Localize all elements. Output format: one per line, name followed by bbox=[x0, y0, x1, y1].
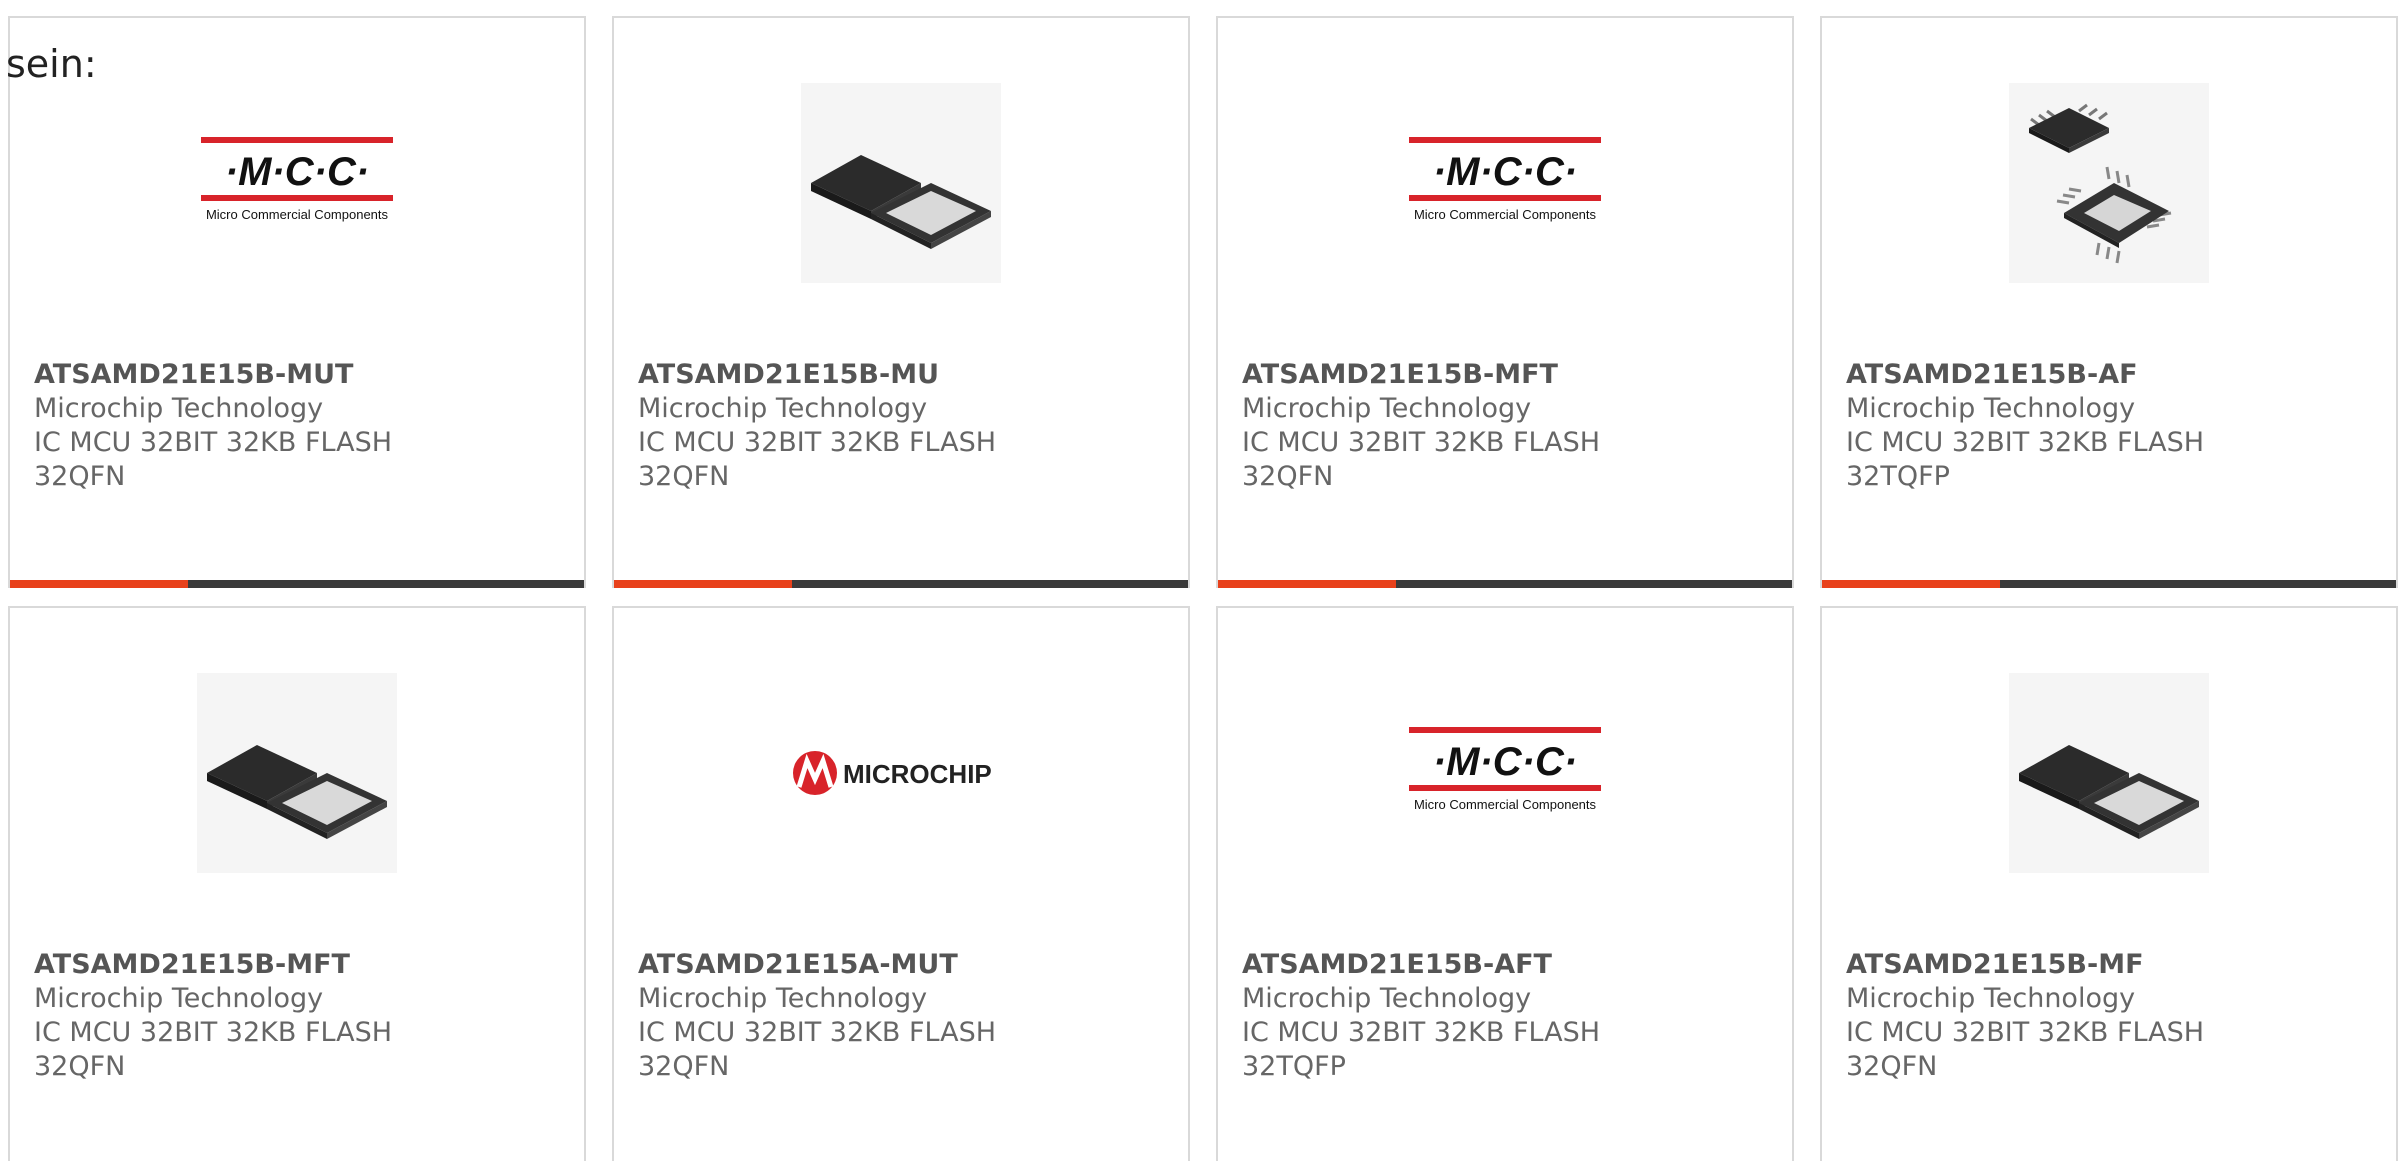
product-card[interactable]: ·M·C·C· Micro Commercial Components ATSA… bbox=[1216, 16, 1794, 588]
tqfp-chip-icon bbox=[2009, 83, 2209, 283]
manufacturer: Microchip Technology bbox=[1242, 393, 1532, 424]
part-number-link[interactable]: ATSAMD21E15B-AF bbox=[1846, 358, 2246, 392]
manufacturer: Microchip Technology bbox=[1846, 393, 2136, 424]
microchip-logo-icon: MICROCHIP bbox=[793, 751, 992, 795]
product-card[interactable]: ATSAMD21E15B-AF Microchip Technology IC … bbox=[1820, 16, 2398, 588]
description: IC MCU 32BIT 32KB FLASH 32QFN bbox=[1846, 1017, 2205, 1082]
microchip-wordmark: MICROCHIP bbox=[843, 759, 992, 789]
mcc-logo-icon: ·M·C·C· Micro Commercial Components bbox=[1409, 137, 1601, 222]
description: IC MCU 32BIT 32KB FLASH 32QFN bbox=[34, 1017, 393, 1082]
product-card[interactable]: ·M·C·C· Micro Commercial Components ATSA… bbox=[8, 16, 586, 588]
card-bar-accent bbox=[1218, 580, 1396, 588]
manufacturer: Microchip Technology bbox=[34, 393, 324, 424]
product-info: ATSAMD21E15B-MF Microchip Technology IC … bbox=[1846, 948, 2246, 1084]
card-bar bbox=[1822, 580, 2396, 588]
mcc-tagline: Micro Commercial Components bbox=[206, 207, 389, 222]
part-number-link[interactable]: ATSAMD21E15B-MFT bbox=[1242, 358, 1642, 392]
manufacturer: Microchip Technology bbox=[34, 983, 324, 1014]
product-grid: ·M·C·C· Micro Commercial Components ATSA… bbox=[8, 16, 2398, 1161]
card-bar-accent bbox=[1822, 580, 2000, 588]
product-info: ATSAMD21E15B-MU Microchip Technology IC … bbox=[638, 358, 1038, 494]
product-card[interactable]: ·M·C·C· Micro Commercial Components ATSA… bbox=[1216, 606, 1794, 1161]
card-bar-accent bbox=[10, 580, 188, 588]
product-info: ATSAMD21E15B-MUT Microchip Technology IC… bbox=[34, 358, 434, 494]
product-image bbox=[10, 668, 584, 878]
description: IC MCU 32BIT 32KB FLASH 32QFN bbox=[638, 427, 997, 492]
description: IC MCU 32BIT 32KB FLASH 32TQFP bbox=[1846, 427, 2205, 492]
product-info: ATSAMD21E15B-MFT Microchip Technology IC… bbox=[1242, 358, 1642, 494]
product-image: ·M·C·C· Micro Commercial Components bbox=[1218, 78, 1792, 288]
card-bar bbox=[10, 580, 584, 588]
intro-text: sein: bbox=[6, 42, 97, 86]
product-card[interactable]: MICROCHIP ATSAMD21E15A-MUT Microchip Tec… bbox=[612, 606, 1190, 1161]
part-number-link[interactable]: ATSAMD21E15B-AFT bbox=[1242, 948, 1642, 982]
description: IC MCU 32BIT 32KB FLASH 32TQFP bbox=[1242, 1017, 1601, 1082]
card-bar bbox=[614, 580, 1188, 588]
product-info: ATSAMD21E15B-AF Microchip Technology IC … bbox=[1846, 358, 2246, 494]
page: sein: ·M·C·C· Micro Commercial Component… bbox=[0, 0, 2400, 1161]
description: IC MCU 32BIT 32KB FLASH 32QFN bbox=[638, 1017, 997, 1082]
mcc-tagline: Micro Commercial Components bbox=[1414, 797, 1597, 812]
mcc-tagline: Micro Commercial Components bbox=[1414, 207, 1597, 222]
manufacturer: Microchip Technology bbox=[1846, 983, 2136, 1014]
product-image: MICROCHIP bbox=[614, 668, 1188, 878]
product-image: ·M·C·C· Micro Commercial Components bbox=[10, 78, 584, 288]
product-card[interactable]: ATSAMD21E15B-MFT Microchip Technology IC… bbox=[8, 606, 586, 1161]
product-info: ATSAMD21E15B-MFT Microchip Technology IC… bbox=[34, 948, 434, 1084]
manufacturer: Microchip Technology bbox=[1242, 983, 1532, 1014]
mcc-mark: ·M·C·C· bbox=[1433, 740, 1577, 784]
product-image: ·M·C·C· Micro Commercial Components bbox=[1218, 668, 1792, 878]
mcc-mark: ·M·C·C· bbox=[225, 150, 369, 194]
part-number-link[interactable]: ATSAMD21E15B-MU bbox=[638, 358, 1038, 392]
qfn-chip-icon bbox=[2009, 673, 2209, 873]
description: IC MCU 32BIT 32KB FLASH 32QFN bbox=[34, 427, 393, 492]
part-number-link[interactable]: ATSAMD21E15A-MUT bbox=[638, 948, 1038, 982]
description: IC MCU 32BIT 32KB FLASH 32QFN bbox=[1242, 427, 1601, 492]
product-image bbox=[614, 78, 1188, 288]
part-number-link[interactable]: ATSAMD21E15B-MFT bbox=[34, 948, 434, 982]
product-info: ATSAMD21E15A-MUT Microchip Technology IC… bbox=[638, 948, 1038, 1084]
part-number-link[interactable]: ATSAMD21E15B-MUT bbox=[34, 358, 434, 392]
manufacturer: Microchip Technology bbox=[638, 393, 928, 424]
mcc-mark: ·M·C·C· bbox=[1433, 150, 1577, 194]
qfn-chip-icon bbox=[197, 673, 397, 873]
product-image bbox=[1822, 668, 2396, 878]
product-card[interactable]: ATSAMD21E15B-MU Microchip Technology IC … bbox=[612, 16, 1190, 588]
qfn-chip-icon bbox=[801, 83, 1001, 283]
mcc-logo-icon: ·M·C·C· Micro Commercial Components bbox=[201, 137, 393, 222]
manufacturer: Microchip Technology bbox=[638, 983, 928, 1014]
product-info: ATSAMD21E15B-AFT Microchip Technology IC… bbox=[1242, 948, 1642, 1084]
product-image bbox=[1822, 78, 2396, 288]
card-bar-accent bbox=[614, 580, 792, 588]
card-bar bbox=[1218, 580, 1792, 588]
mcc-logo-icon: ·M·C·C· Micro Commercial Components bbox=[1409, 727, 1601, 812]
product-card[interactable]: ATSAMD21E15B-MF Microchip Technology IC … bbox=[1820, 606, 2398, 1161]
part-number-link[interactable]: ATSAMD21E15B-MF bbox=[1846, 948, 2246, 982]
